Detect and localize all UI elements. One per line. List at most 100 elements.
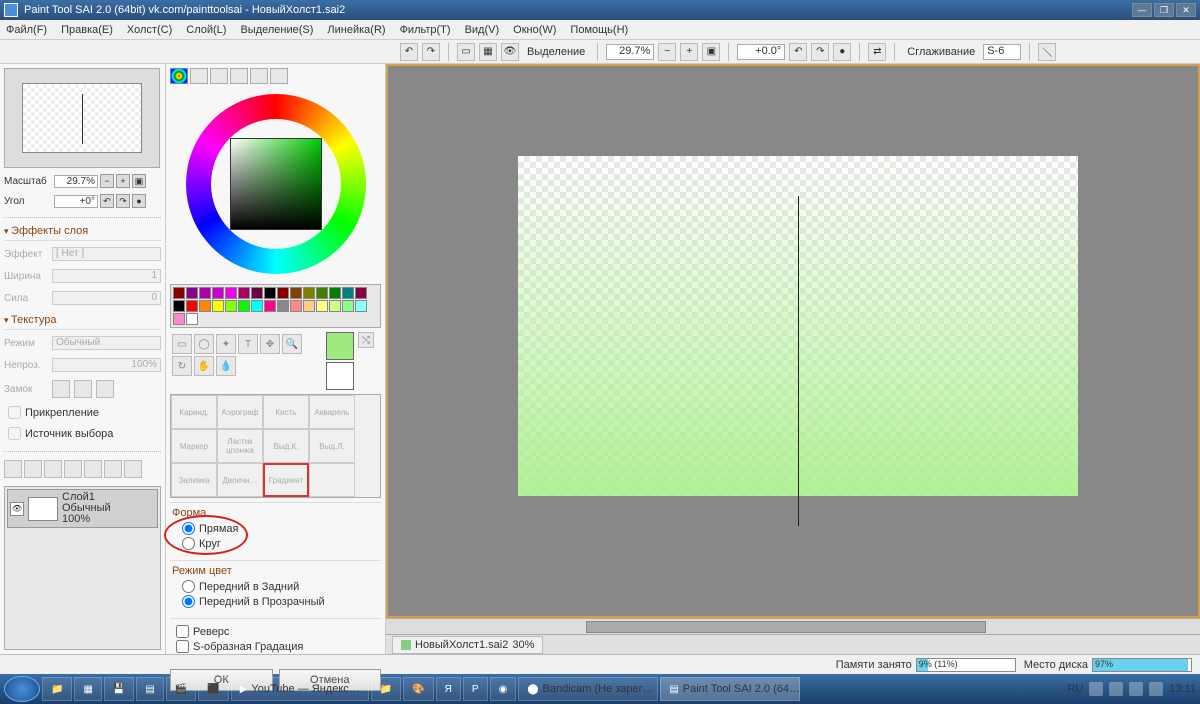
brush-двоичн…[interactable]: Двоичн… [217, 463, 263, 497]
mask-icon[interactable] [64, 460, 82, 478]
swatch[interactable] [290, 287, 302, 299]
scale-reset-icon[interactable]: ▣ [132, 174, 146, 188]
zoom-out-icon[interactable]: − [658, 43, 676, 61]
swatch[interactable] [342, 300, 354, 312]
swatch[interactable] [316, 287, 328, 299]
task-ppt[interactable]: P [463, 677, 488, 701]
fx-effect-field[interactable]: [ Нет ] [52, 247, 161, 261]
picker-icon[interactable]: 💧 [216, 356, 236, 376]
pin-explorer-icon[interactable]: 📁 [42, 677, 72, 701]
swatch[interactable] [277, 300, 289, 312]
zoom-in-icon[interactable]: + [680, 43, 698, 61]
layer-fx-header[interactable]: Эффекты слоя [4, 222, 161, 241]
redo-icon[interactable]: ↷ [422, 43, 440, 61]
angle-field[interactable]: +0.0° [737, 44, 785, 60]
colorwheel-tab-icon[interactable] [170, 68, 188, 84]
undo-icon[interactable]: ↶ [400, 43, 418, 61]
scratch-tab-icon[interactable] [270, 68, 288, 84]
background-color[interactable] [326, 362, 354, 390]
angle-reset-icon[interactable]: ● [132, 194, 146, 208]
invert-icon[interactable]: ▦ [479, 43, 497, 61]
attach-checkbox[interactable] [8, 406, 21, 419]
merge-icon[interactable] [104, 460, 122, 478]
layer-item[interactable]: 👁 Слой1 Обычный 100% [7, 489, 158, 528]
tray-lang[interactable]: RU [1067, 683, 1083, 695]
swatch[interactable] [264, 287, 276, 299]
brush-выд.к.[interactable]: Выд.К. [263, 429, 309, 463]
swatch[interactable] [173, 300, 185, 312]
swatch[interactable] [186, 300, 198, 312]
color-wheel[interactable] [186, 94, 366, 274]
scale-plus-icon[interactable]: + [116, 174, 130, 188]
angle-left-icon[interactable]: ↶ [100, 194, 114, 208]
brush-кисть[interactable]: Кисть [263, 395, 309, 429]
swatch[interactable] [238, 287, 250, 299]
minimize-button[interactable]: — [1132, 3, 1152, 17]
brush-маркер[interactable]: Маркер [171, 429, 217, 463]
brush-акварель[interactable]: Акварель [309, 395, 355, 429]
hand-icon[interactable]: ✋ [194, 356, 214, 376]
texture-header[interactable]: Текстура [4, 311, 161, 330]
rgb-tab-icon[interactable] [190, 68, 208, 84]
brush-icon[interactable]: ＼ [1038, 43, 1056, 61]
menu-selection[interactable]: Выделение(S) [240, 24, 313, 36]
rotate-reset-icon[interactable]: ● [833, 43, 851, 61]
wand-icon[interactable]: ✦ [216, 334, 236, 354]
form-circle-radio[interactable] [182, 537, 195, 550]
swatch[interactable] [251, 287, 263, 299]
swatch[interactable] [199, 287, 211, 299]
swatch-tab-icon[interactable] [250, 68, 268, 84]
tray-clock[interactable]: 13:11 [1169, 683, 1196, 695]
task-steam[interactable]: ◉ [490, 677, 517, 701]
close-button[interactable]: ✕ [1176, 3, 1196, 17]
foreground-color[interactable] [326, 332, 354, 360]
swatch[interactable] [212, 287, 224, 299]
front-back-radio[interactable] [182, 580, 195, 593]
swatch[interactable] [264, 300, 276, 312]
zoom-field[interactable]: 29.7% [606, 44, 654, 60]
zoom-icon[interactable]: 🔍 [282, 334, 302, 354]
lasso-icon[interactable]: ◯ [194, 334, 214, 354]
tex-opacity-field[interactable]: 100% [52, 358, 161, 372]
swatch[interactable] [225, 287, 237, 299]
swatch[interactable] [225, 300, 237, 312]
canvas-viewport[interactable] [386, 64, 1200, 618]
front-trans-radio[interactable] [182, 595, 195, 608]
showsel-icon[interactable]: 👁 [501, 43, 519, 61]
menu-file[interactable]: Файл(F) [6, 24, 47, 36]
new-layer-icon[interactable] [4, 460, 22, 478]
swatch[interactable] [329, 300, 341, 312]
brush-[interactable] [309, 463, 355, 497]
task-sai[interactable]: ▤ Paint Tool SAI 2.0 (64… [660, 677, 800, 701]
menu-help[interactable]: Помощь(H) [570, 24, 628, 36]
swatch[interactable] [342, 287, 354, 299]
src-checkbox[interactable] [8, 427, 21, 440]
form-line-radio[interactable] [182, 522, 195, 535]
task-yandex[interactable]: Я [436, 677, 461, 701]
new-folder-icon[interactable] [24, 460, 42, 478]
swatch[interactable] [173, 313, 185, 325]
tray-action-icon[interactable] [1129, 682, 1143, 696]
scurve-checkbox[interactable] [176, 640, 189, 653]
reverse-checkbox[interactable] [176, 625, 189, 638]
fx-power-field[interactable]: 0 [52, 291, 161, 305]
lock3-icon[interactable] [96, 380, 114, 398]
swatch[interactable] [290, 300, 302, 312]
zoom-fit-icon[interactable]: ▣ [702, 43, 720, 61]
swatch[interactable] [212, 300, 224, 312]
lock2-icon[interactable] [74, 380, 92, 398]
swatch[interactable] [186, 313, 198, 325]
start-button[interactable] [4, 676, 40, 702]
swatch[interactable] [355, 287, 367, 299]
swatch[interactable] [251, 300, 263, 312]
rotate-right-icon[interactable]: ↷ [811, 43, 829, 61]
tray-vol-icon[interactable] [1149, 682, 1163, 696]
swatch[interactable] [199, 300, 211, 312]
menu-layer[interactable]: Слой(L) [186, 24, 226, 36]
menu-edit[interactable]: Правка(E) [61, 24, 113, 36]
swatch[interactable] [303, 287, 315, 299]
brush-ластик цпонжа[interactable]: Ластик цпонжа [217, 429, 263, 463]
menu-filter[interactable]: Фильтр(T) [400, 24, 451, 36]
task-youtube[interactable]: ▶ YouTube — Яндекс… [231, 677, 369, 701]
scale-minus-icon[interactable]: − [100, 174, 114, 188]
